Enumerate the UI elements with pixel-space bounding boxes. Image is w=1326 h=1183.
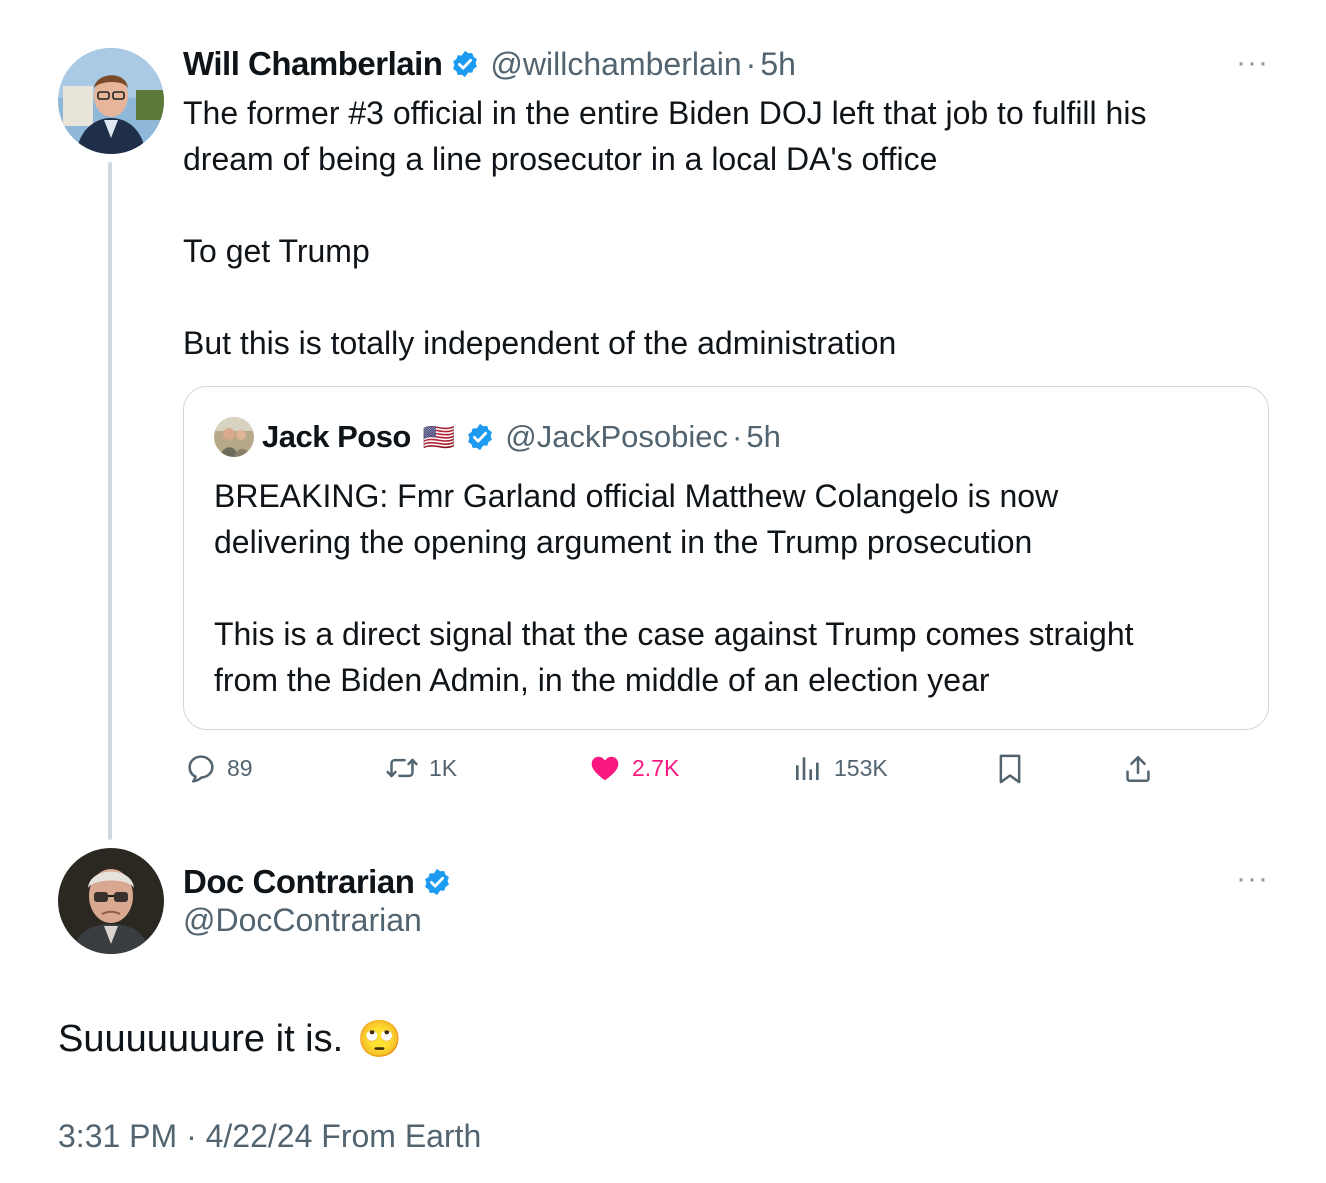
bookmark-icon — [999, 754, 1021, 784]
like-button[interactable]: 2.7K — [588, 752, 679, 784]
avatar-jack-poso — [214, 417, 254, 457]
author-name[interactable]: Doc Contrarian — [183, 863, 415, 901]
quote-author-handle[interactable]: @JackPosobiec — [505, 419, 728, 455]
repost-icon — [386, 758, 418, 778]
tweet-timestamp[interactable]: 3:31 PM · 4/22/24 From Earth — [58, 1118, 481, 1155]
like-count: 2.7K — [632, 754, 680, 781]
more-options-icon[interactable]: ··· — [1236, 862, 1269, 896]
heart-icon — [591, 756, 619, 781]
repost-button[interactable]: 1K — [385, 752, 457, 784]
view-count: 153K — [834, 754, 888, 781]
tweet2-text-row: Suuuuuuure it is. 🙄 — [58, 1014, 402, 1064]
reply-button[interactable]: 89 — [185, 752, 253, 784]
avatar-doc-contrarian[interactable] — [58, 848, 164, 954]
views-icon — [796, 757, 819, 780]
bookmark-button[interactable] — [994, 752, 1026, 786]
separator-dot: · — [732, 419, 743, 454]
repost-count: 1K — [429, 754, 458, 781]
quote-text: BREAKING: Fmr Garland official Matthew C… — [214, 478, 1134, 698]
reply-icon — [188, 755, 214, 783]
quote-header: Jack Poso 🇺🇸 @JackPosobiec · 5h — [214, 417, 781, 457]
separator-dot: · — [745, 45, 757, 82]
thread-line — [108, 162, 112, 840]
verified-badge-icon — [468, 423, 493, 451]
reply-count: 89 — [227, 754, 253, 781]
tweet-time[interactable]: 5h — [760, 46, 796, 83]
author-name[interactable]: Will Chamberlain — [183, 45, 443, 83]
quote-author-name[interactable]: Jack Poso — [262, 419, 411, 455]
share-icon — [1126, 755, 1150, 783]
share-button[interactable] — [1122, 752, 1154, 786]
avatar-will-chamberlain[interactable] — [58, 48, 164, 154]
more-options-icon[interactable]: ··· — [1236, 46, 1269, 80]
us-flag-icon: 🇺🇸 — [422, 421, 456, 452]
tweet1-header: Will Chamberlain @willchamberlain · 5h — [183, 42, 796, 86]
eye-roll-emoji-icon: 🙄 — [357, 1018, 403, 1059]
author-handle[interactable]: @willchamberlain — [490, 46, 741, 83]
author-handle[interactable]: @DocContrarian — [183, 902, 422, 939]
tweet2-header: Doc Contrarian — [183, 860, 452, 904]
quote-time[interactable]: 5h — [746, 419, 780, 455]
quoted-tweet-card[interactable]: Jack Poso 🇺🇸 @JackPosobiec · 5h BREAKING… — [183, 386, 1269, 730]
tweet2-text: Suuuuuuure it is. — [58, 1017, 344, 1060]
tweet1-text: The former #3 official in the entire Bid… — [183, 95, 1147, 361]
verified-badge-icon — [425, 868, 450, 896]
verified-badge-icon — [453, 50, 478, 78]
views-button[interactable]: 153K — [792, 752, 888, 784]
